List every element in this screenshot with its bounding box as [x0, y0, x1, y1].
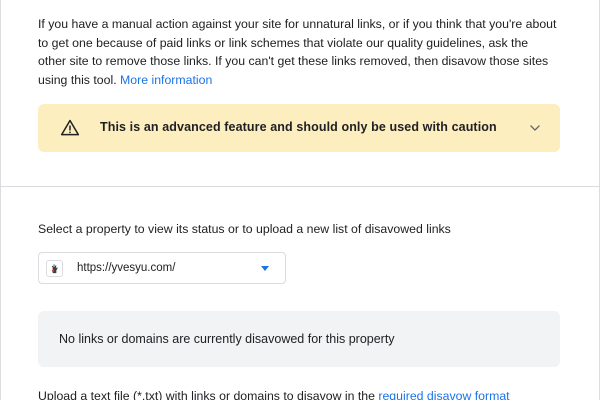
disavow-links-page: If you have a manual action against your…	[0, 0, 600, 400]
selected-property-value: https://yvesyu.com/	[77, 262, 176, 274]
disavow-status-panel: No links or domains are currently disavo…	[38, 311, 560, 367]
upload-instructions: Upload a text file (*.txt) with links or…	[38, 389, 578, 400]
disavow-format-link[interactable]: required disavow format	[378, 389, 509, 400]
section-divider	[0, 186, 600, 187]
hand-favicon-icon	[51, 264, 58, 274]
chevron-down-icon[interactable]	[528, 121, 542, 135]
intro-text: If you have a manual action against your…	[38, 17, 557, 87]
site-favicon-icon	[46, 260, 63, 277]
caution-banner[interactable]: This is an advanced feature and should o…	[38, 104, 560, 152]
warning-triangle-icon	[60, 119, 80, 136]
disavow-status-text: No links or domains are currently disavo…	[59, 332, 395, 346]
property-dropdown[interactable]: https://yvesyu.com/	[38, 252, 286, 284]
intro-paragraph: If you have a manual action against your…	[38, 15, 558, 89]
caution-text: This is an advanced feature and should o…	[100, 120, 497, 134]
more-information-link[interactable]: More information	[120, 73, 212, 87]
dropdown-caret-icon	[261, 266, 269, 271]
page-left-border	[0, 0, 1, 400]
property-select-label: Select a property to view its status or …	[38, 222, 451, 236]
upload-text: Upload a text file (*.txt) with links or…	[38, 389, 375, 400]
